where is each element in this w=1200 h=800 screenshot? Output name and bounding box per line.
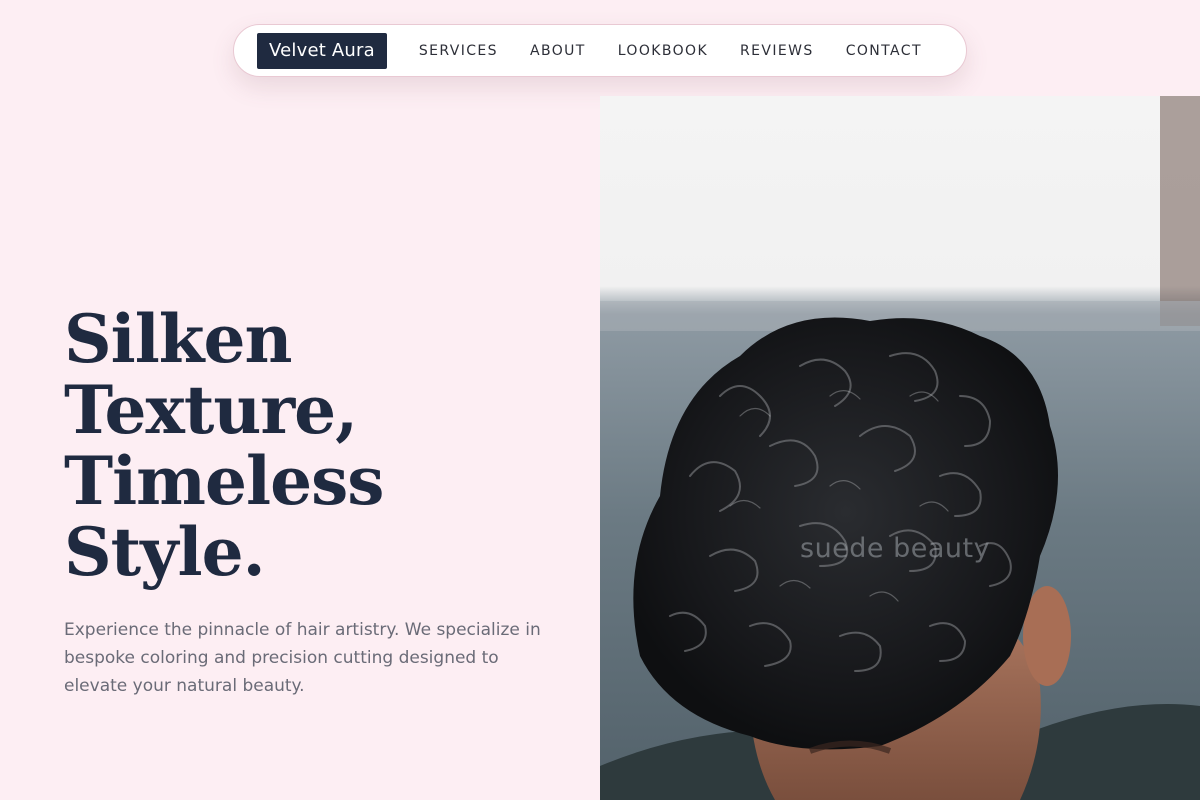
hero-description: Experience the pinnacle of hair artistry… <box>64 620 541 696</box>
hero-title: Silken Texture, Timeless Style. <box>64 304 584 588</box>
hero-photo-illustration <box>600 96 1200 800</box>
hero-title-line-1: Silken <box>64 300 293 378</box>
brand-logo[interactable]: Velvet Aura <box>257 32 387 69</box>
image-watermark: suede beauty <box>800 533 991 564</box>
nav-link-lookbook[interactable]: LOOKBOOK <box>618 43 708 59</box>
nav-link-services[interactable]: SERVICES <box>419 43 498 59</box>
hero-title-line-4: Style. <box>64 513 266 591</box>
nav-link-reviews[interactable]: REVIEWS <box>740 43 814 59</box>
nav-links: SERVICES ABOUT LOOKBOOK REVIEWS CONTACT <box>419 43 922 59</box>
hero-image: suede beauty <box>600 96 1200 800</box>
hero-title-line-2: Texture, <box>64 371 358 449</box>
hero-title-line-3: Timeless <box>64 442 384 520</box>
nav-link-about[interactable]: ABOUT <box>530 43 586 59</box>
top-nav: Velvet Aura SERVICES ABOUT LOOKBOOK REVI… <box>233 24 967 77</box>
page: Velvet Aura SERVICES ABOUT LOOKBOOK REVI… <box>0 0 1200 800</box>
nav-link-contact[interactable]: CONTACT <box>846 43 922 59</box>
